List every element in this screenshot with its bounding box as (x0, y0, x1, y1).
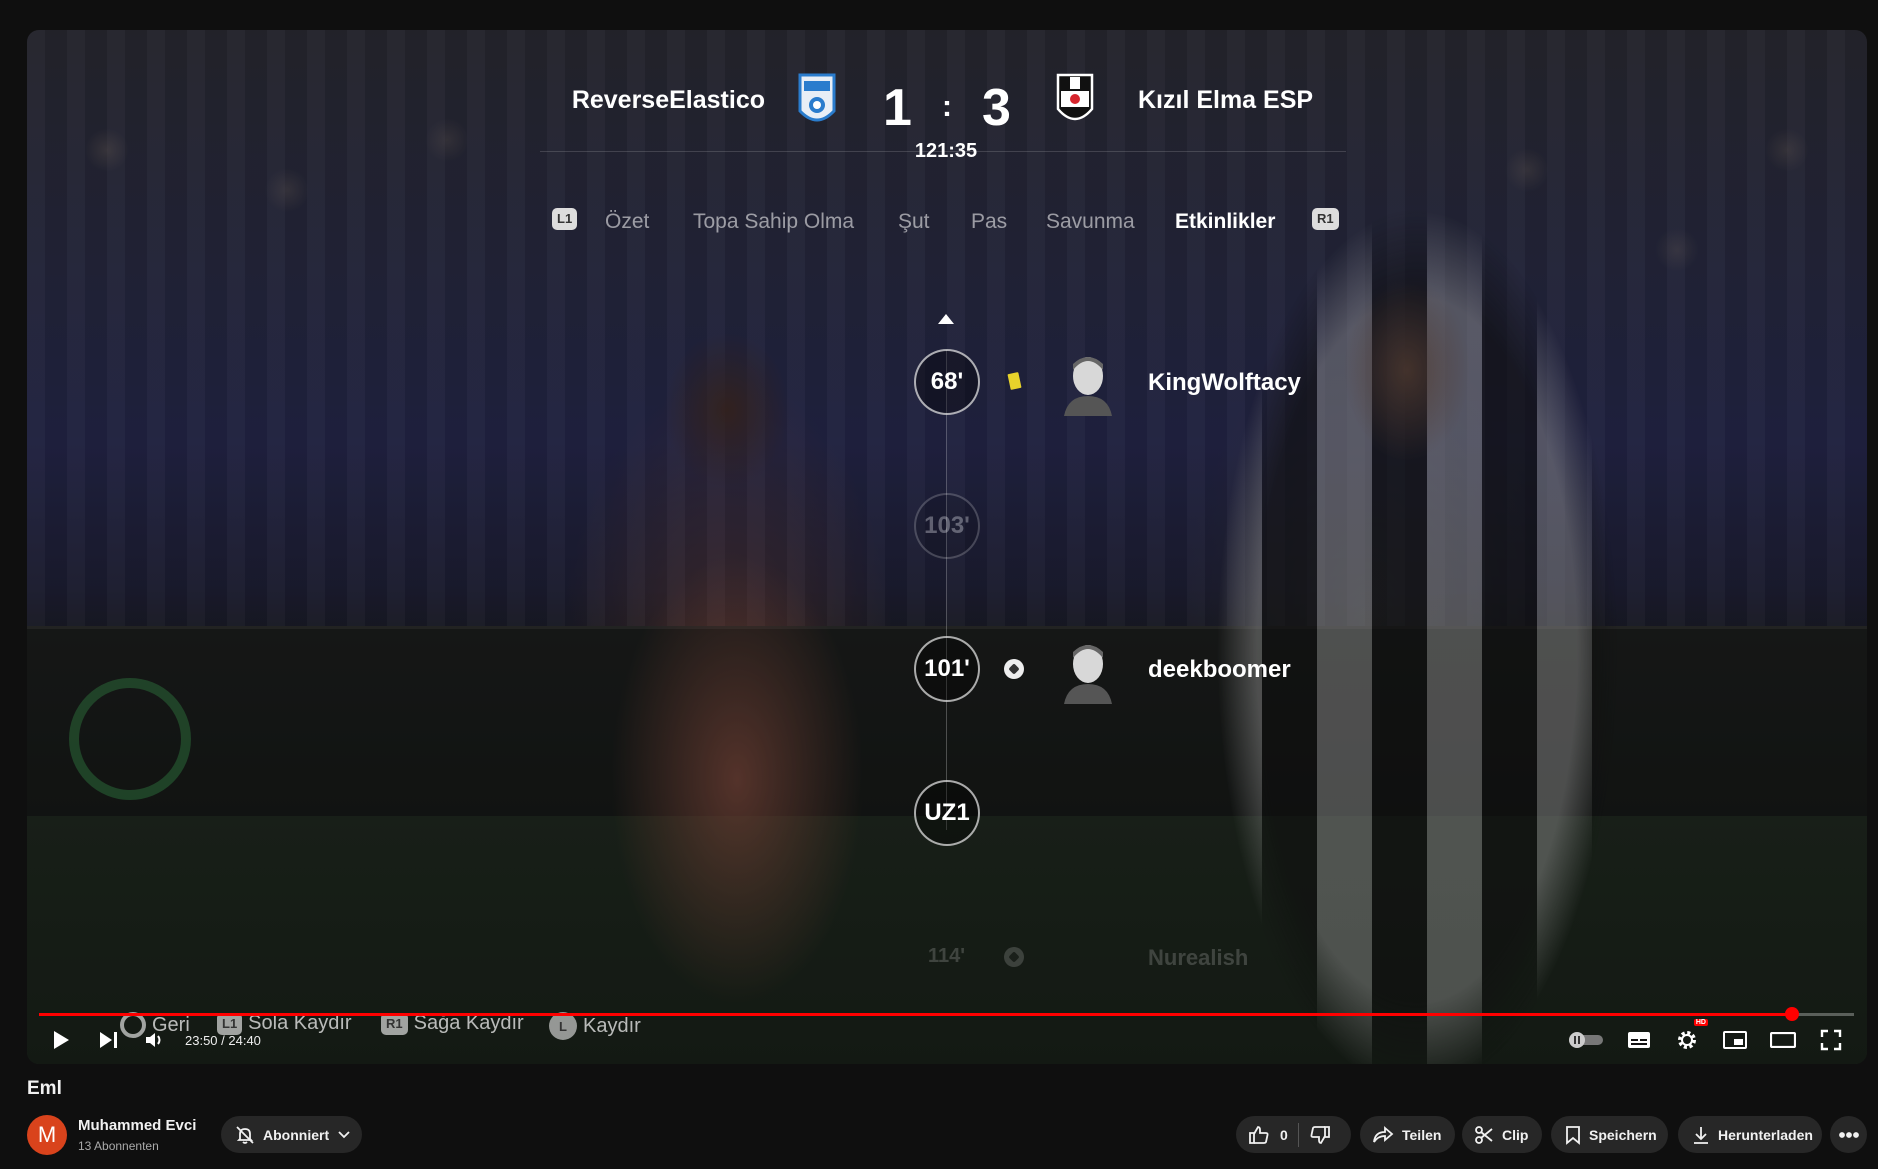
video-title: Eml (27, 1078, 62, 1099)
away-team-name: Kızıl Elma ESP (1138, 86, 1314, 114)
save-button[interactable]: Speichern (1551, 1116, 1668, 1153)
fullscreen-button[interactable] (1815, 1025, 1847, 1055)
r1-tab-button[interactable]: R1 (1312, 208, 1339, 230)
subscribed-button[interactable]: Abonniert (221, 1116, 362, 1153)
autoplay-toggle[interactable] (1568, 1025, 1604, 1055)
l1-tab-button[interactable]: L1 (552, 208, 578, 230)
timeline-line (946, 350, 947, 830)
volume-icon (146, 1033, 161, 1047)
more-actions-button[interactable] (1830, 1116, 1867, 1153)
progress-bar[interactable] (39, 1007, 1854, 1021)
gear-icon (1678, 1031, 1696, 1049)
more-horizontal-icon (1838, 1131, 1859, 1138)
tab-etkinlikler[interactable]: Etkinlikler (1175, 210, 1275, 234)
like-dislike-group: 0 (1236, 1116, 1351, 1153)
dislike-icon[interactable] (1309, 1125, 1331, 1145)
event-minute[interactable]: 68' (914, 349, 980, 415)
tab-sut[interactable]: Şut (898, 210, 930, 234)
bell-off-icon (236, 1125, 254, 1144)
download-icon (1694, 1126, 1708, 1144)
chevron-down-icon (338, 1130, 350, 1138)
bookmark-icon (1566, 1125, 1580, 1145)
score-separator: : (942, 90, 952, 123)
player-avatar-icon (1064, 357, 1112, 416)
tab-ozet[interactable]: Özet (605, 210, 649, 234)
like-count: 0 (1280, 1126, 1288, 1143)
time-display: 23:50 / 24:40 (185, 1033, 261, 1048)
tab-savunma[interactable]: Savunma (1046, 210, 1135, 234)
event-player-name: KingWolftacy (1148, 369, 1301, 396)
away-crest-icon (1056, 73, 1094, 121)
ball-icon (1004, 947, 1024, 967)
theater-mode-button[interactable] (1767, 1025, 1799, 1055)
hd-badge: HD (1693, 1019, 1708, 1026)
scroll-up-icon[interactable] (938, 314, 954, 324)
play-button[interactable] (46, 1025, 76, 1055)
home-team-name: ReverseElastico (571, 86, 765, 114)
player-avatar-icon (1064, 645, 1112, 704)
download-button[interactable]: Herunterladen (1678, 1116, 1822, 1153)
next-button[interactable] (94, 1025, 124, 1055)
event-minute[interactable]: UZ1 (914, 780, 980, 846)
home-crest-icon (798, 73, 836, 122)
ball-icon (1004, 659, 1024, 679)
channel-name[interactable]: Muhammed Evci (78, 1117, 196, 1134)
share-button[interactable]: Teilen (1360, 1116, 1455, 1153)
hint-scroll: L Kaydır (549, 1012, 641, 1040)
autoplay-toggle-icon (1569, 1032, 1603, 1048)
share-icon (1373, 1125, 1394, 1143)
scissors-icon (1475, 1125, 1493, 1144)
tab-topa-sahip-olma[interactable]: Topa Sahip Olma (693, 210, 854, 234)
away-score: 3 (982, 79, 1011, 137)
tab-pas[interactable]: Pas (971, 210, 1007, 234)
theater-mode-icon (1770, 1032, 1796, 1048)
like-icon[interactable] (1248, 1125, 1270, 1145)
settings-button[interactable]: HD (1672, 1019, 1708, 1055)
event-player-name: Nurealish (1148, 945, 1249, 970)
miniplayer-button[interactable] (1719, 1025, 1751, 1055)
fullscreen-icon (1820, 1029, 1842, 1051)
clip-button[interactable]: Clip (1462, 1116, 1542, 1153)
subscriber-count: 13 Abonnenten (78, 1139, 159, 1153)
skip-next-icon (100, 1032, 117, 1048)
play-icon (54, 1031, 69, 1049)
subtitles-button[interactable] (1623, 1025, 1655, 1055)
left-stick-icon: L (549, 1012, 577, 1040)
subtitles-icon (1628, 1032, 1650, 1048)
event-player-name: deekboomer (1148, 656, 1291, 683)
event-minute[interactable]: 101' (914, 636, 980, 702)
volume-button[interactable] (140, 1025, 170, 1055)
miniplayer-icon (1723, 1031, 1747, 1049)
channel-avatar[interactable]: M (27, 1115, 67, 1155)
event-minute: 114' (928, 945, 966, 967)
home-score: 1 (883, 79, 912, 137)
event-minute[interactable]: 103' (914, 493, 980, 559)
